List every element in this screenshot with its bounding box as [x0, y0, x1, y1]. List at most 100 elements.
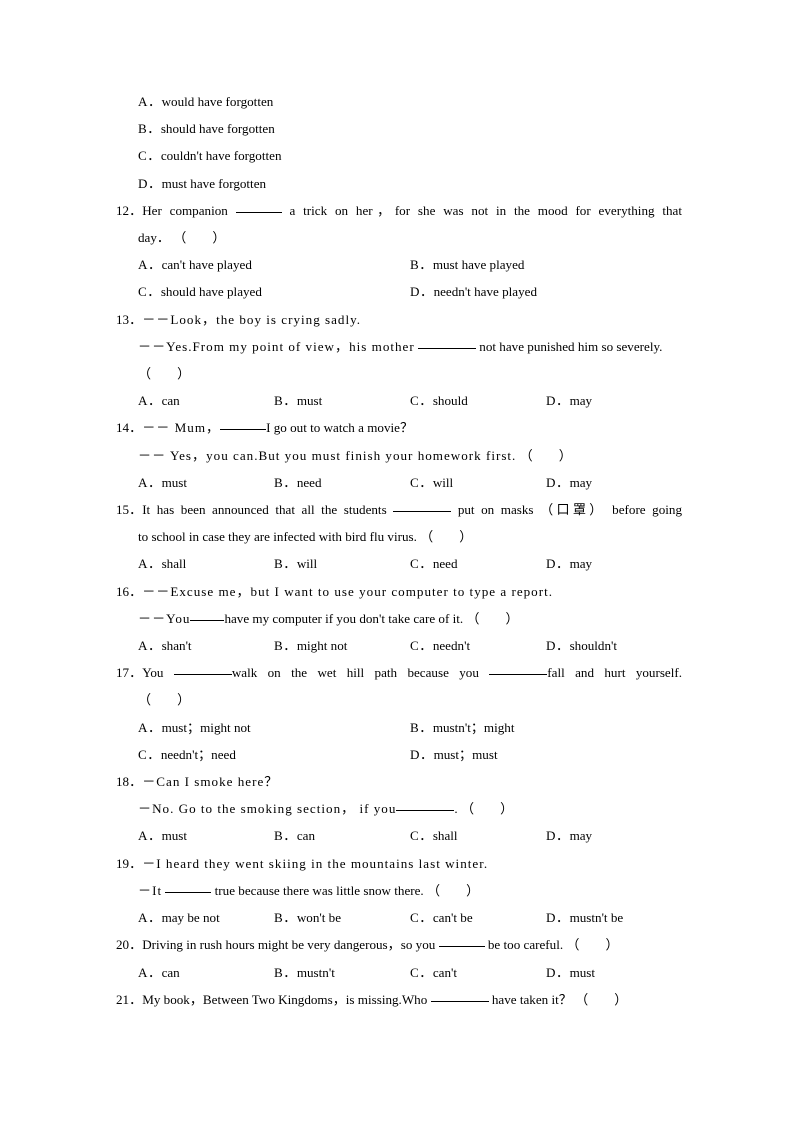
question-12-option-a[interactable]: A．can't have played: [138, 251, 410, 278]
question-15-option-c[interactable]: C．need: [410, 550, 546, 577]
question-20-option-b[interactable]: B．mustn't: [274, 959, 410, 986]
question-16-option-c-letter: C．: [410, 638, 433, 654]
question-19: 19．－I heard they went skiing in the moun…: [116, 850, 682, 932]
question-12-option-b[interactable]: B．must have played: [410, 251, 682, 278]
question-16-blank[interactable]: [190, 619, 225, 621]
question-17-option-a[interactable]: A．must；might not: [138, 714, 410, 741]
question-19-option-b[interactable]: B．won't be: [274, 904, 410, 931]
question-13-option-b-letter: B．: [274, 393, 297, 409]
question-13-answer-slot[interactable]: （）: [138, 366, 190, 381]
question-18-option-a[interactable]: A．must: [138, 822, 274, 849]
question-20-option-b-text: mustn't: [296, 964, 335, 980]
question-17-answer-slot[interactable]: （）: [138, 692, 190, 707]
question-19-option-c[interactable]: C．can't be: [410, 904, 546, 931]
question-20-stem-text-b: be too careful.: [487, 937, 564, 953]
question-19-answer-slot[interactable]: （）: [427, 883, 479, 898]
question-13: 13．－－Look，the boy is crying sadly. －－Yes…: [116, 306, 682, 415]
question-19-option-c-text: can't be: [432, 910, 473, 926]
question-14-dialogue-line-1a: －－ Mum，: [142, 420, 221, 436]
question-14-option-d[interactable]: D．may: [546, 469, 682, 496]
question-16-option-d[interactable]: D．shouldn't: [546, 632, 682, 659]
question-14-option-c[interactable]: C．will: [410, 469, 546, 496]
question-14-option-a[interactable]: A．must: [138, 469, 274, 496]
question-20-option-d-text: must: [569, 964, 596, 980]
question-17-option-c[interactable]: C．needn't；need: [138, 741, 410, 768]
question-17-stem-text-c: fall and hurt yourself.: [547, 665, 682, 681]
question-19-blank[interactable]: [165, 891, 212, 893]
question-15-option-b[interactable]: B．will: [274, 550, 410, 577]
question-16-option-a[interactable]: A．shan't: [138, 632, 274, 659]
question-21-blank[interactable]: [430, 1000, 489, 1002]
question-17-number: 17．: [116, 665, 143, 681]
question-15-option-a[interactable]: A．shall: [138, 550, 274, 577]
question-13-blank[interactable]: [418, 347, 477, 349]
question-12-option-c[interactable]: C．should have played: [138, 278, 410, 305]
question-14-number: 14．: [116, 420, 143, 436]
question-16-number: 16．: [116, 583, 143, 599]
question-12-answer-slot[interactable]: （）: [173, 230, 225, 245]
question-18-answer-slot[interactable]: （）: [461, 801, 513, 816]
question-21-stem-text-a: My book，Between Two Kingdoms，is missing.…: [142, 991, 428, 1007]
question-20-option-d[interactable]: D．must: [546, 959, 682, 986]
option-row-d[interactable]: D．must have forgotten: [116, 170, 682, 197]
question-20-option-c-text: can't: [432, 964, 457, 980]
question-18-option-b[interactable]: B．can: [274, 822, 410, 849]
question-13-option-b-text: must: [296, 393, 323, 409]
question-13-option-d[interactable]: D．may: [546, 387, 682, 414]
question-20-option-a[interactable]: A．can: [138, 959, 274, 986]
question-18-option-c[interactable]: C．shall: [410, 822, 546, 849]
question-12-stem-text-b: a trick on her，for she was not in the mo…: [289, 202, 682, 218]
question-17-options: A．must；might not B．mustn't；might: [116, 714, 682, 741]
question-15-option-d[interactable]: D．may: [546, 550, 682, 577]
question-17-option-d[interactable]: D．must；must: [410, 741, 682, 768]
question-16-option-c[interactable]: C．needn't: [410, 632, 546, 659]
question-18-option-d[interactable]: D．may: [546, 822, 682, 849]
question-20-answer-slot[interactable]: （）: [566, 937, 618, 952]
question-20-number: 20．: [116, 937, 143, 953]
question-20-blank[interactable]: [438, 946, 485, 948]
question-20-option-c[interactable]: C．can't: [410, 959, 546, 986]
question-16-option-b[interactable]: B．might not: [274, 632, 410, 659]
question-12-blank[interactable]: [235, 211, 282, 213]
question-14-answer-slot[interactable]: （）: [520, 448, 572, 463]
question-15-option-c-text: need: [432, 556, 458, 572]
question-12-option-d[interactable]: D．needn't have played: [410, 278, 682, 305]
question-17-blank-1[interactable]: [173, 674, 232, 676]
question-13-option-b[interactable]: B．must: [274, 387, 410, 414]
question-20-option-d-letter: D．: [546, 964, 570, 980]
question-17-blank-2[interactable]: [489, 674, 548, 676]
question-17-option-b-text: mustn't；might: [432, 719, 515, 735]
question-15-blank[interactable]: [393, 511, 452, 513]
option-row-b[interactable]: B．should have forgotten: [116, 115, 682, 142]
option-text-a: would have forgotten: [161, 94, 274, 109]
question-18-option-b-text: can: [296, 828, 315, 844]
question-21-stem-text-b: have taken it？: [491, 991, 572, 1007]
question-19-option-d[interactable]: D．mustn't be: [546, 904, 682, 931]
question-21-answer-slot[interactable]: （）: [575, 992, 627, 1007]
question-13-dialogue-line-2b: not have punished him so severely.: [479, 338, 663, 354]
question-15: 15．It has been announced that all the st…: [116, 496, 682, 578]
question-19-option-a[interactable]: A．may be not: [138, 904, 274, 931]
question-15-answer-slot[interactable]: （）: [420, 529, 472, 544]
question-19-option-a-letter: A．: [138, 910, 162, 926]
question-12-stem-line-1: 12．Her companion a trick on her，for she …: [116, 197, 682, 224]
question-17-option-b[interactable]: B．mustn't；might: [410, 714, 682, 741]
question-20-stem-text-a: Driving in rush hours might be very dang…: [142, 937, 436, 953]
question-15-option-d-text: may: [569, 556, 593, 572]
question-16-option-a-text: shan't: [161, 638, 192, 654]
question-14-option-b[interactable]: B．need: [274, 469, 410, 496]
option-row-c[interactable]: C．couldn't have forgotten: [116, 142, 682, 169]
question-13-option-c[interactable]: C．should: [410, 387, 546, 414]
question-13-option-a-letter: A．: [138, 393, 162, 409]
question-17-option-d-letter: D．: [410, 746, 434, 762]
question-16-answer-slot[interactable]: （）: [466, 611, 518, 626]
question-18-blank[interactable]: [396, 810, 455, 812]
question-16-dialogue-line-1: －－Excuse me，but I want to use your compu…: [142, 583, 553, 599]
question-13-option-a[interactable]: A．can: [138, 387, 274, 414]
question-21-number: 21．: [116, 991, 143, 1007]
question-15-option-b-text: will: [296, 556, 318, 572]
question-19-dialogue-line-1: －I heard they went skiing in the mountai…: [142, 855, 489, 871]
question-15-option-c-letter: C．: [410, 556, 433, 572]
question-14-blank[interactable]: [220, 429, 267, 431]
option-row-a[interactable]: A．would have forgotten: [116, 88, 682, 115]
